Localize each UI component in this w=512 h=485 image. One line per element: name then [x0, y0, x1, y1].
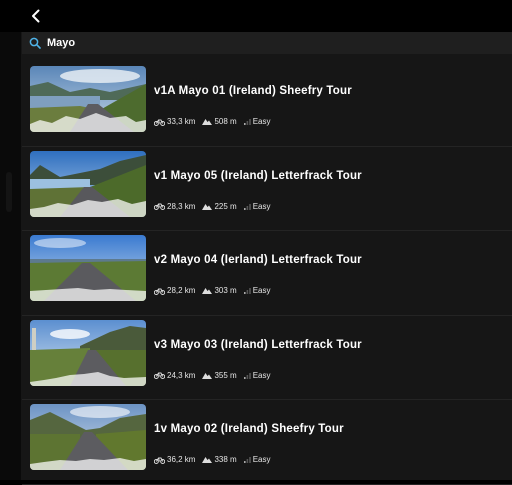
route-list-item[interactable]: 1v Mayo 02 (Ireland) Sheefry Tour 36,2 k…	[22, 400, 512, 485]
route-list-item[interactable]: v2 Mayo 04 (Ierland) Letterfrack Tour 28…	[22, 231, 512, 316]
route-meta: 33,3 km 508 m Easy	[154, 117, 278, 126]
route-list-item[interactable]: v3 Mayo 03 (Ireland) Letterfrack Tour 24…	[22, 316, 512, 400]
side-panel-handle[interactable]	[6, 172, 12, 212]
route-thumbnail	[30, 404, 146, 470]
route-difficulty: Easy	[252, 286, 271, 295]
route-distance: 28,2 km	[167, 286, 196, 295]
route-title: v3 Mayo 03 (Ireland) Letterfrack Tour	[154, 338, 362, 351]
bicycle-icon	[154, 372, 165, 379]
side-panel-edge	[0, 32, 22, 480]
route-meta: 28,2 km 303 m Easy	[154, 286, 278, 295]
route-elevation: 225 m	[214, 201, 237, 211]
route-list-item[interactable]: v1 Mayo 05 (Ireland) Letterfrack Tour 28…	[22, 147, 512, 231]
difficulty-bars-icon	[243, 288, 251, 294]
route-elevation: 508 m	[214, 117, 237, 126]
route-title: v1A Mayo 01 (Ireland) Sheefry Tour	[154, 85, 352, 97]
route-title: v2 Mayo 04 (Ierland) Letterfrack Tour	[154, 254, 362, 266]
route-list-item[interactable]: v1A Mayo 01 (Ireland) Sheefry Tour 33,3 …	[22, 62, 512, 147]
difficulty-bars-icon	[243, 119, 251, 125]
search-bar	[22, 32, 512, 54]
route-difficulty: Easy	[252, 455, 271, 464]
route-title: v1 Mayo 05 (Ireland) Letterfrack Tour	[154, 169, 362, 182]
route-distance: 24,3 km	[167, 370, 196, 380]
route-elevation: 355 m	[214, 370, 237, 380]
route-distance: 36,2 km	[167, 455, 196, 464]
top-bar	[0, 0, 512, 32]
route-search-panel: v1A Mayo 01 (Ireland) Sheefry Tour 33,3 …	[22, 32, 512, 485]
route-distance: 33,3 km	[167, 117, 196, 126]
route-difficulty: Easy	[252, 117, 271, 126]
route-elevation: 303 m	[214, 286, 237, 295]
chevron-left-icon	[32, 9, 40, 23]
route-thumbnail	[30, 150, 146, 217]
bicycle-icon	[154, 457, 165, 464]
search-icon	[29, 36, 43, 50]
route-thumbnail	[30, 66, 146, 132]
route-elevation: 338 m	[214, 455, 237, 464]
bicycle-icon	[154, 119, 165, 126]
back-button[interactable]	[26, 6, 46, 26]
bicycle-icon	[154, 288, 165, 295]
difficulty-bars-icon	[243, 203, 251, 210]
route-difficulty: Easy	[252, 201, 271, 211]
mountain-icon	[202, 288, 213, 294]
route-title: 1v Mayo 02 (Ireland) Sheefry Tour	[154, 423, 344, 435]
route-thumbnail	[30, 319, 146, 386]
mountain-icon	[202, 457, 213, 463]
route-meta: 24,3 km 355 m Easy	[154, 371, 278, 380]
search-input[interactable]	[47, 37, 487, 49]
difficulty-bars-icon	[243, 457, 251, 463]
mountain-icon	[202, 203, 213, 210]
route-difficulty: Easy	[252, 370, 271, 380]
route-list: v1A Mayo 01 (Ireland) Sheefry Tour 33,3 …	[22, 62, 512, 485]
mountain-icon	[202, 372, 213, 379]
route-meta: 36,2 km 338 m Easy	[154, 455, 278, 464]
difficulty-bars-icon	[243, 372, 251, 379]
route-distance: 28,3 km	[167, 201, 196, 211]
route-thumbnail	[30, 235, 146, 301]
route-meta: 28,3 km 225 m Easy	[154, 202, 278, 211]
mountain-icon	[202, 119, 213, 125]
bicycle-icon	[154, 203, 165, 210]
